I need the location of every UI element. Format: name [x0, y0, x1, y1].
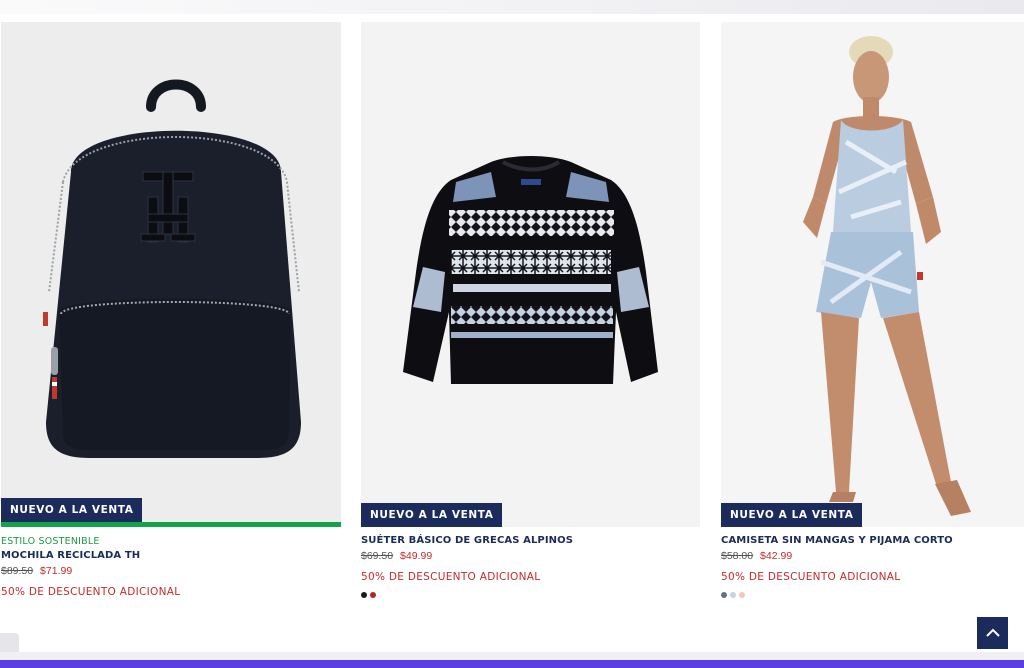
color-swatch[interactable]	[739, 592, 745, 598]
product-prices: $58.00 $42.99	[721, 550, 1024, 562]
pajama-model-image	[803, 36, 971, 516]
product-prices: $69.50 $49.99	[361, 550, 700, 562]
sale-price: $49.99	[400, 550, 433, 562]
top-strip	[0, 0, 1024, 18]
new-arrival-badge: NUEVO A LA VENTA	[361, 503, 503, 527]
chevron-up-icon	[985, 628, 1000, 637]
new-arrival-badge: NUEVO A LA VENTA	[721, 503, 863, 527]
sale-price: $71.99	[40, 565, 73, 577]
product-card[interactable]: NUEVO A LA VENTA ESTILO SOSTENIBLE MOCHI…	[1, 22, 341, 607]
bottom-strip	[0, 652, 1024, 660]
new-arrival-badge: NUEVO A LA VENTA	[1, 498, 143, 522]
sale-price: $42.99	[760, 550, 793, 562]
product-image[interactable]: NUEVO A LA VENTA	[361, 22, 700, 527]
promo-text: 50% DE DESCUENTO ADICIONAL	[721, 571, 901, 583]
original-price: $58.00	[721, 550, 754, 562]
product-name[interactable]: MOCHILA RECICLADA TH	[1, 550, 341, 561]
original-price: $89.50	[1, 565, 34, 577]
back-to-top-button[interactable]	[977, 617, 1008, 649]
product-info: CAMISETA SIN MANGAS Y PIJAMA CORTO $58.0…	[721, 527, 1024, 598]
product-card[interactable]: NUEVO A LA VENTA CAMISETA SIN MANGAS Y P…	[721, 22, 1024, 598]
color-swatch[interactable]	[721, 592, 727, 598]
product-card[interactable]: NUEVO A LA VENTA SUÉTER BÁSICO DE GRECAS…	[361, 22, 700, 598]
color-swatch[interactable]	[370, 592, 376, 598]
promo-text: 50% DE DESCUENTO ADICIONAL	[361, 571, 541, 583]
bottom-accent-bar	[0, 660, 1024, 668]
color-swatches	[721, 592, 1024, 598]
product-image[interactable]: NUEVO A LA VENTA	[721, 22, 1024, 527]
color-swatches	[361, 592, 700, 598]
original-price: $69.50	[361, 550, 394, 562]
promo-text: 50% DE DESCUENTO ADICIONAL	[1, 586, 181, 598]
color-swatch[interactable]	[361, 592, 367, 598]
product-prices: $89.50 $71.99	[1, 565, 341, 577]
product-grid: NUEVO A LA VENTA ESTILO SOSTENIBLE MOCHI…	[0, 22, 1024, 622]
product-info: SUÉTER BÁSICO DE GRECAS ALPINOS $69.50 $…	[361, 527, 700, 598]
product-name[interactable]: SUÉTER BÁSICO DE GRECAS ALPINOS	[361, 535, 700, 546]
product-name[interactable]: CAMISETA SIN MANGAS Y PIJAMA CORTO	[721, 535, 1024, 546]
color-swatch[interactable]	[730, 592, 736, 598]
product-image[interactable]: NUEVO A LA VENTA	[1, 22, 341, 522]
sweater-image	[403, 156, 658, 384]
backpack-image	[43, 79, 301, 458]
sustainable-label: ESTILO SOSTENIBLE	[1, 536, 100, 547]
product-info: ESTILO SOSTENIBLE MOCHILA RECICLADA TH $…	[1, 527, 341, 598]
